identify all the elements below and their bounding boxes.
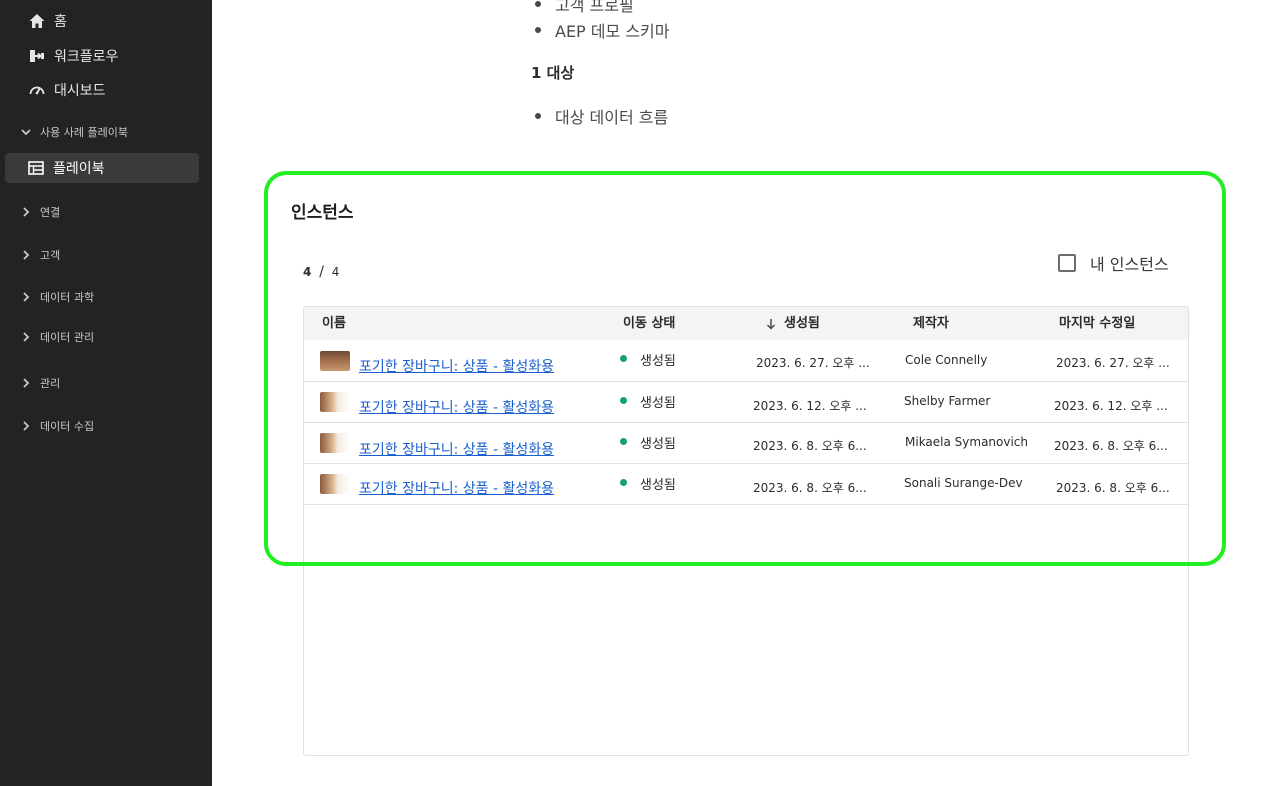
home-icon — [28, 12, 46, 30]
nav-item-label: 홈 — [54, 14, 67, 30]
section-title: 인스턴스 — [291, 203, 354, 223]
table-row[interactable]: 포기한 장바구니: 상품 - 활성화용 생성됨 2023. 6. 12. 오후 … — [304, 382, 1188, 423]
section-data-science[interactable]: 데이터 과학 — [20, 289, 94, 305]
nav-item-label: 워크플로우 — [54, 49, 119, 65]
doc-heading: 1 대상 — [531, 64, 575, 82]
list-item: AEP 데모 스키마 — [535, 18, 669, 41]
status-text: 생성됨 — [640, 478, 676, 493]
count-current: 4 — [303, 265, 312, 279]
instance-thumbnail — [320, 474, 350, 494]
column-header-name[interactable]: 이름 — [322, 307, 346, 340]
instance-thumbnail — [320, 433, 350, 453]
section-customers[interactable]: 고객 — [20, 247, 60, 263]
chevron-right-icon — [20, 291, 32, 303]
created-date: 2023. 6. 8. 오후 6... — [753, 439, 867, 453]
instance-thumbnail — [320, 392, 350, 412]
table-row[interactable]: 포기한 장바구니: 상품 - 활성화용 생성됨 2023. 6. 8. 오후 6… — [304, 423, 1188, 464]
nav-item-label: 대시보드 — [54, 83, 106, 99]
sort-arrow-down-icon — [766, 318, 776, 330]
section-label: 관리 — [40, 377, 61, 390]
gauge-icon — [28, 81, 46, 99]
column-header-modified[interactable]: 마지막 수정일 — [1059, 307, 1135, 340]
count-total: 4 — [331, 265, 340, 279]
instance-thumbnail — [320, 351, 350, 371]
section-label: 연결 — [40, 206, 61, 219]
chevron-right-icon — [20, 249, 32, 261]
instance-name-link[interactable]: 포기한 장바구니: 상품 - 활성화용 — [359, 478, 554, 498]
list-item: 대상 데이터 흐름 — [535, 104, 668, 128]
table-icon — [27, 159, 45, 177]
table-header: 이름 이동 상태 생성됨 제작자 마지막 수정일 — [304, 307, 1188, 340]
creator-name: Mikaela Symanovich — [905, 435, 1029, 449]
chevron-right-icon — [20, 206, 32, 218]
chevron-right-icon — [20, 377, 32, 389]
created-date: 2023. 6. 8. 오후 6... — [753, 481, 867, 495]
modified-date: 2023. 6. 8. 오후 6... — [1054, 439, 1168, 453]
created-date: 2023. 6. 12. 오후 ... — [753, 399, 867, 413]
modified-date: 2023. 6. 8. 오후 6... — [1056, 481, 1170, 495]
chevron-down-icon — [20, 126, 32, 138]
creator-name: Cole Connelly — [905, 353, 988, 367]
instance-name-link[interactable]: 포기한 장바구니: 상품 - 활성화용 — [359, 439, 554, 459]
section-administration[interactable]: 관리 — [20, 375, 60, 391]
my-instances-label: 내 인스턴스 — [1090, 255, 1169, 274]
status-dot — [620, 397, 627, 404]
instance-name-link[interactable]: 포기한 장바구니: 상품 - 활성화용 — [359, 397, 554, 417]
section-label: 고객 — [40, 249, 61, 262]
column-header-label: 생성됨 — [784, 316, 820, 331]
instance-name-link[interactable]: 포기한 장바구니: 상품 - 활성화용 — [359, 356, 554, 376]
count-separator: / — [319, 264, 324, 280]
nav-item-label: 플레이북 — [53, 161, 105, 177]
section-playbooks[interactable]: 사용 사례 플레이북 — [20, 124, 128, 140]
status-dot — [620, 479, 627, 486]
status-dot — [620, 438, 627, 445]
doc-bullet-list: 고객 프로필 AEP 데모 스키마 — [535, 0, 669, 41]
section-label: 사용 사례 플레이북 — [40, 126, 128, 139]
my-instances-filter[interactable]: 내 인스턴스 — [1058, 251, 1169, 275]
modified-date: 2023. 6. 12. 오후 ... — [1054, 399, 1168, 413]
nav-item-workflows[interactable]: 워크플로우 — [28, 46, 118, 66]
left-sidebar: 홈 워크플로우 대시보드 사용 사례 플레이북 플레이북 연결 고객 데이터 과… — [0, 0, 212, 786]
creator-name: Sonali Surange-Dev — [904, 476, 1023, 490]
status-dot — [620, 355, 627, 362]
doc-bullet-list: 대상 데이터 흐름 — [535, 104, 668, 128]
my-instances-checkbox[interactable] — [1058, 254, 1076, 272]
table-row[interactable]: 포기한 장바구니: 상품 - 활성화용 생성됨 2023. 6. 27. 오후 … — [304, 341, 1188, 382]
chevron-right-icon — [20, 420, 32, 432]
section-label: 데이터 관리 — [40, 331, 95, 344]
nav-item-home[interactable]: 홈 — [28, 11, 67, 31]
column-header-created[interactable]: 생성됨 — [766, 307, 820, 340]
creator-name: Shelby Farmer — [904, 394, 991, 408]
nav-item-dashboards[interactable]: 대시보드 — [28, 80, 106, 100]
section-connections[interactable]: 연결 — [20, 204, 60, 220]
workflow-icon — [28, 47, 46, 65]
status-text: 생성됨 — [640, 396, 676, 411]
column-header-status[interactable]: 이동 상태 — [623, 307, 675, 340]
created-date: 2023. 6. 27. 오후 ... — [756, 356, 870, 370]
list-item: 고객 프로필 — [535, 0, 669, 15]
modified-date: 2023. 6. 27. 오후 ... — [1056, 356, 1170, 370]
section-data-collection[interactable]: 데이터 수집 — [20, 418, 94, 434]
section-label: 데이터 과학 — [40, 291, 95, 304]
status-text: 생성됨 — [640, 354, 676, 369]
nav-item-playbooks[interactable]: 플레이북 — [5, 153, 199, 183]
chevron-right-icon — [20, 331, 32, 343]
section-data-management[interactable]: 데이터 관리 — [20, 329, 94, 345]
instance-count: 4 / 4 — [303, 264, 339, 280]
status-text: 생성됨 — [640, 437, 676, 452]
section-label: 데이터 수집 — [40, 420, 95, 433]
table-row[interactable]: 포기한 장바구니: 상품 - 활성화용 생성됨 2023. 6. 8. 오후 6… — [304, 464, 1188, 505]
column-header-creator[interactable]: 제작자 — [913, 307, 949, 340]
